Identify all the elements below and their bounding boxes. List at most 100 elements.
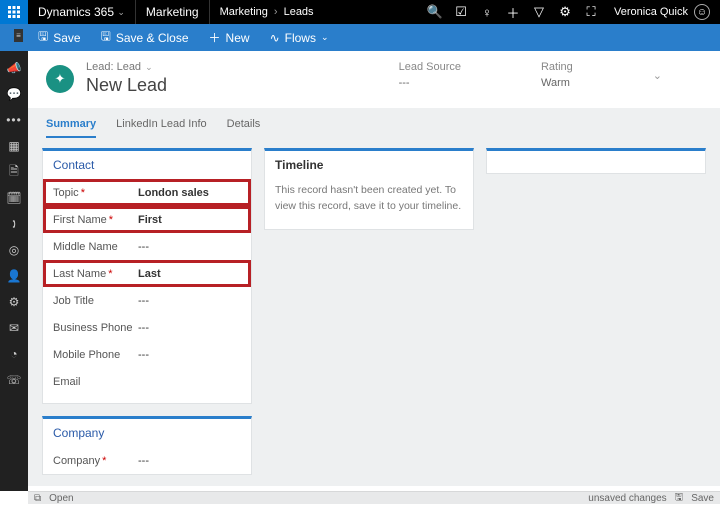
flows-label: Flows [285, 31, 316, 45]
new-label: New [226, 31, 250, 45]
breadcrumb-separator: › [274, 6, 278, 18]
nav-item-chat[interactable]: 💬 [0, 81, 28, 107]
field-mobile-phone[interactable]: Mobile Phone --- [43, 341, 251, 368]
nav-item-gear[interactable]: ⚙ [0, 289, 28, 315]
field-last-name[interactable]: Last Name* Last [43, 260, 251, 287]
new-button[interactable]: ＋ New [199, 24, 260, 51]
required-marker: * [109, 214, 113, 226]
field-value: First [138, 214, 241, 226]
breadcrumb: Marketing › Leads [210, 0, 324, 24]
breadcrumb-item[interactable]: Leads [284, 6, 314, 18]
field-company[interactable]: Company* --- [43, 447, 251, 474]
field-value: --- [399, 77, 461, 89]
field-label: Job Title [53, 295, 138, 307]
app-area[interactable]: Marketing [136, 0, 210, 24]
nav-item-person[interactable]: 👤 [0, 263, 28, 289]
add-icon[interactable]: ＋ [500, 3, 526, 22]
settings-icon[interactable]: ⚙ [552, 4, 578, 20]
field-middle-name[interactable]: Middle Name --- [43, 233, 251, 260]
status-bar: ⧉ Open unsaved changes 🖫 Save [28, 491, 720, 504]
breadcrumb-item[interactable]: Marketing [220, 6, 268, 18]
field-value: --- [138, 322, 241, 334]
app-name-dropdown[interactable]: Dynamics 365 ⌄ [28, 0, 136, 24]
command-bar: 🖫 Save 🖫 Save & Close ＋ New ∿ Flows ⌄ [0, 24, 720, 51]
required-marker: * [81, 187, 85, 199]
nav-item-clock[interactable]: ◔ [0, 341, 28, 367]
filter-icon[interactable]: ▽ [526, 4, 552, 20]
field-value: --- [138, 349, 241, 361]
required-marker: * [102, 455, 106, 467]
field-label: Mobile Phone [53, 349, 138, 361]
field-job-title[interactable]: Job Title --- [43, 287, 251, 314]
nav-toggle[interactable]: ≡ [14, 29, 23, 42]
left-nav: 📣 💬 ••• ▦ 🗎 🗓 🕽 ◎ 👤 ⚙ ✉ ◔ ☏ [0, 51, 28, 491]
chevron-down-icon: ⌄ [145, 62, 153, 73]
company-card: Company Company* --- [42, 416, 252, 475]
nav-item-mail[interactable]: ✉ [0, 315, 28, 341]
nav-overflow[interactable]: ••• [0, 107, 28, 133]
field-business-phone[interactable]: Business Phone --- [43, 314, 251, 341]
user-menu[interactable]: Veronica Quick ☺ [604, 0, 720, 24]
flows-button[interactable]: ∿ Flows ⌄ [260, 24, 339, 51]
side-card [486, 148, 706, 174]
field-label: Company [53, 455, 100, 467]
app-name: Dynamics 365 [38, 5, 114, 19]
popout-icon[interactable]: ⧉ [34, 493, 41, 504]
expand-header-icon[interactable]: ⌄ [653, 69, 662, 82]
nav-item-announce[interactable]: ☏ [0, 367, 28, 393]
nav-item-target[interactable]: ◎ [0, 237, 28, 263]
header-field-rating[interactable]: Rating Warm [541, 61, 573, 89]
fullscreen-icon[interactable]: ⛶ [578, 4, 604, 20]
save-close-label: Save & Close [116, 31, 189, 45]
assistant-icon[interactable]: ♀ [474, 5, 500, 20]
field-value: Warm [541, 77, 573, 89]
nav-item-calendar[interactable]: 🗓 [0, 185, 28, 211]
save-icon: 🖫 [38, 27, 48, 48]
plus-icon: ＋ [209, 29, 221, 46]
form-tabs: Summary LinkedIn Lead Info Details [28, 108, 720, 138]
status-unsaved: unsaved changes [588, 493, 666, 504]
card-placeholder [487, 151, 705, 173]
header-field-lead-source[interactable]: Lead Source --- [399, 61, 461, 89]
nav-item-megaphone[interactable]: 📣 [0, 55, 28, 81]
entity-icon: ✦ [46, 65, 74, 93]
field-value: --- [138, 241, 241, 253]
nav-item-grid[interactable]: ▦ [0, 133, 28, 159]
field-topic[interactable]: Topic* London sales [43, 179, 251, 206]
app-launcher-icon[interactable] [0, 0, 28, 24]
field-value: --- [138, 455, 241, 467]
header-fields: Lead Source --- Rating Warm ⌄ [399, 61, 702, 89]
record-title: New Lead [86, 75, 167, 96]
chevron-down-icon: ⌄ [321, 32, 329, 43]
field-email[interactable]: Email [43, 368, 251, 395]
save-button[interactable]: 🖫 Save [28, 24, 91, 51]
form-body: Summary LinkedIn Lead Info Details Conta… [28, 108, 720, 486]
field-label: Last Name [53, 268, 106, 280]
save-close-button[interactable]: 🖫 Save & Close [91, 24, 199, 51]
chevron-down-icon: ⌄ [117, 7, 125, 18]
tab-details[interactable]: Details [227, 118, 261, 138]
status-save[interactable]: Save [691, 493, 714, 504]
tab-summary[interactable]: Summary [46, 118, 96, 138]
content-area: ✦ Lead: Lead ⌄ New Lead Lead Source --- … [28, 51, 720, 491]
card-title: Timeline [265, 151, 473, 179]
status-state: Open [49, 493, 73, 504]
timeline-card: Timeline This record hasn't been created… [264, 148, 474, 230]
timeline-message: This record hasn't been created yet. To … [265, 179, 473, 229]
card-title: Contact [43, 151, 251, 179]
field-first-name[interactable]: First Name* First [43, 206, 251, 233]
nav-item-doc[interactable]: 🗎 [0, 159, 28, 185]
avatar-icon: ☺ [694, 4, 710, 20]
tab-linkedin[interactable]: LinkedIn Lead Info [116, 118, 207, 138]
field-label: Lead Source [399, 61, 461, 73]
required-marker: * [108, 268, 112, 280]
field-value: London sales [138, 187, 241, 199]
task-icon[interactable]: ☑ [448, 4, 474, 20]
nav-item-phone[interactable]: 🕽 [0, 211, 28, 237]
field-label: Middle Name [53, 241, 138, 253]
search-icon[interactable]: 🔍 [422, 4, 448, 20]
field-label: Topic [53, 187, 79, 199]
record-header: ✦ Lead: Lead ⌄ New Lead Lead Source --- … [28, 51, 720, 108]
field-label: First Name [53, 214, 107, 226]
entity-type-dropdown[interactable]: Lead: Lead ⌄ [86, 61, 167, 73]
